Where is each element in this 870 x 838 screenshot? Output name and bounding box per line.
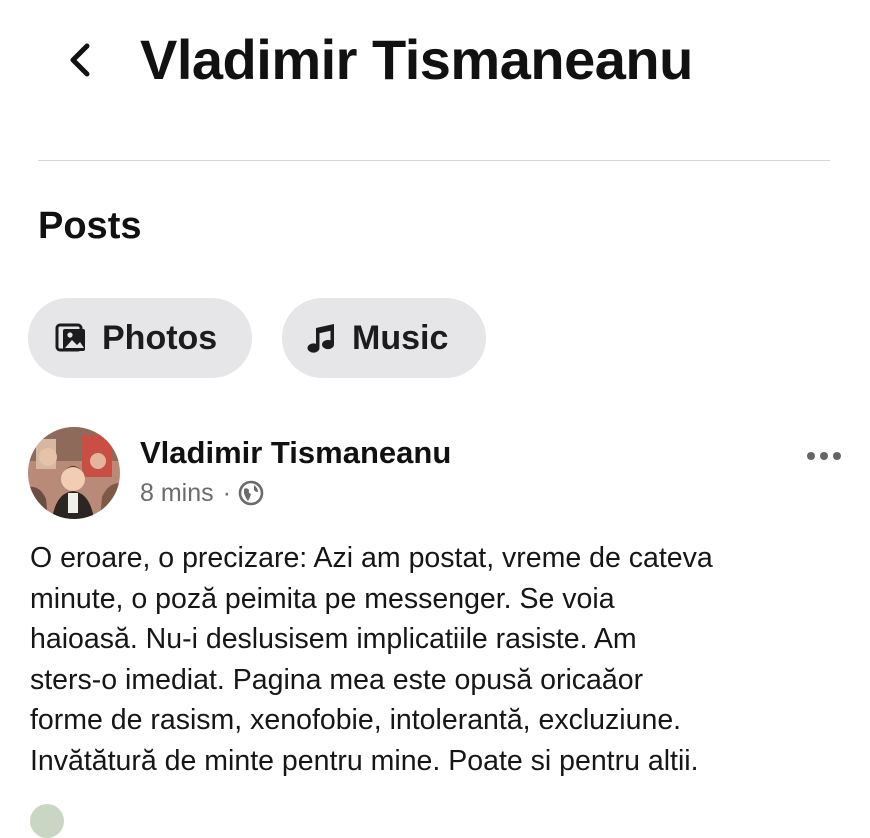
reaction-icon	[30, 804, 64, 838]
back-button[interactable]	[60, 38, 100, 82]
page-title: Vladimir Tismaneanu	[140, 28, 693, 91]
post-timestamp[interactable]: 8 mins	[140, 478, 214, 508]
post-text-line: forme de rasism, xenofobie, intolerantă,…	[30, 704, 682, 736]
music-filter-button[interactable]: Music	[282, 298, 486, 378]
music-note-icon	[306, 321, 338, 355]
post-body-text: O eroare, o precizare: Azi am postat, vr…	[30, 538, 860, 781]
post-text-line: Invătătură de minte pentru mine. Poate s…	[30, 744, 699, 777]
photos-icon	[54, 322, 88, 354]
photos-filter-label: Photos	[102, 318, 218, 357]
post-text-line: sters-o imediat. Pagina mea este opusă o…	[30, 663, 644, 696]
post-meta: 8 mins ·	[140, 478, 264, 508]
posts-section-title: Posts	[38, 205, 142, 247]
post-text-line: minute, o poză peimita pe messenger. Se …	[30, 582, 615, 615]
post-author-name[interactable]: Vladimir Tismaneanu	[140, 434, 451, 472]
photos-filter-button[interactable]: Photos	[28, 298, 252, 378]
globe-icon	[238, 480, 264, 506]
page-header: Vladimir Tismaneanu	[0, 0, 870, 125]
more-horizontal-icon	[807, 452, 841, 460]
music-filter-label: Music	[352, 318, 449, 357]
header-divider	[38, 160, 830, 161]
meta-separator: ·	[222, 479, 231, 507]
post-text-line: haioasă. Nu-i deslusisem implicatiile ra…	[30, 623, 637, 655]
post-more-options-button[interactable]	[800, 442, 848, 470]
post-text-line: O eroare, o precizare: Azi am postat, vr…	[30, 542, 713, 574]
chevron-left-icon	[70, 43, 90, 77]
author-avatar[interactable]	[28, 427, 120, 519]
